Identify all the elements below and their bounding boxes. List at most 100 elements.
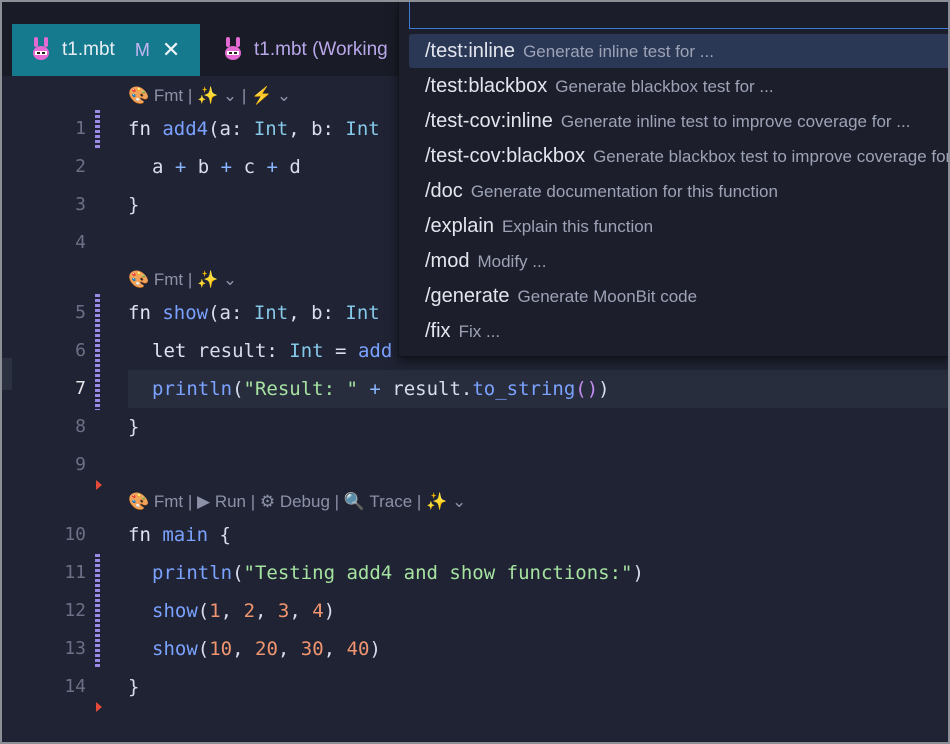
number: 1 (209, 600, 221, 622)
line-number: 2 (75, 156, 86, 177)
keyword: fn (128, 302, 163, 324)
paren: ( (197, 600, 210, 622)
comma: , (255, 600, 278, 622)
close-icon[interactable]: ✕ (162, 37, 180, 63)
command-name: /test:inline (425, 40, 516, 62)
line-text: a + b + c + d (152, 148, 301, 186)
paren: ( (232, 562, 244, 584)
line-text: fn main { (128, 516, 231, 554)
line-text: let result: Int = add (152, 332, 392, 370)
line-number: 13 (64, 638, 86, 659)
line-number: 7 (75, 378, 86, 399)
number: 40 (346, 638, 370, 660)
number: 2 (243, 600, 256, 622)
command-description: Modify ... (477, 252, 547, 271)
number: 20 (255, 638, 278, 660)
var: d (277, 156, 301, 178)
type: Int (253, 302, 289, 324)
command-description: Generate inline test for ... (523, 42, 714, 61)
paren: ) (598, 378, 610, 400)
operator: + (220, 156, 233, 178)
number: 30 (300, 638, 324, 660)
line-number: 5 (75, 302, 86, 323)
string: "Result: " (243, 378, 358, 400)
moonbit-file-icon (33, 37, 49, 60)
function-call: println (152, 562, 233, 584)
command-description: Generate blackbox test for ... (555, 77, 774, 96)
paren: ) (369, 638, 381, 660)
type: Int (289, 340, 324, 362)
command-item-test-inline[interactable]: /test:inline Generate inline test for ... (409, 34, 948, 68)
line-number: 1 (75, 118, 86, 139)
command-description: Generate MoonBit code (517, 287, 698, 306)
command-name: /test-cov:inline (425, 110, 553, 132)
code-line-11: 11 println("Testing add4 and show functi… (2, 554, 948, 592)
command-item-test-blackbox[interactable]: /test:blackbox Generate blackbox test for… (409, 69, 948, 103)
moonbit-file-icon (225, 37, 241, 60)
line-text: show(10, 20, 30, 40) (152, 630, 381, 668)
line-text: fn add4(a: Int, b: Int (128, 110, 380, 148)
command-item-doc[interactable]: /doc Generate documentation for this func… (409, 174, 948, 208)
line-text: } (128, 194, 140, 216)
command-description: Fix ... (458, 322, 501, 341)
line-number: 12 (64, 600, 86, 621)
var: c (232, 156, 267, 178)
command-description: Explain this function (501, 217, 654, 236)
code-line-9: 9 (2, 446, 948, 484)
line-number: 9 (75, 454, 86, 475)
keyword: fn (128, 118, 163, 140)
comma: , (289, 600, 313, 622)
tab-label: t1.mbt (62, 39, 115, 60)
line-number: 10 (64, 524, 86, 545)
line-text: } (128, 676, 140, 698)
number: 10 (209, 638, 233, 660)
type: Int (345, 302, 380, 324)
command-item-mod[interactable]: /mod Modify ... (409, 244, 948, 278)
command-item-explain[interactable]: /explain Explain this function (409, 209, 948, 243)
line-text: fn show(a: Int, b: Int (128, 294, 380, 332)
command-item-test-cov-blackbox[interactable]: /test-cov:blackbox Generate blackbox test… (409, 139, 948, 173)
line-number: 8 (75, 416, 86, 437)
line-text: println("Testing add4 and show functions… (152, 554, 644, 592)
operator: = (323, 340, 358, 362)
comma: , (232, 638, 255, 660)
operator: + (357, 378, 393, 400)
code-lens[interactable]: 🎨 Fmt | ▶ Run | ⚙ Debug | 🔍 Trace | ✨ ⌄ (128, 486, 466, 518)
operator: + (266, 156, 278, 178)
code-line-13: 13 show(10, 20, 30, 40) (2, 630, 948, 668)
command-item-generate[interactable]: /generate Generate MoonBit code (409, 279, 948, 313)
number: 4 (312, 600, 324, 622)
command-item-test-cov-inline[interactable]: /test-cov:inline Generate inline test to … (409, 104, 948, 138)
type: Int (253, 118, 289, 140)
editor-window: t1.mbt M ✕ t1.mbt (Working 🎨 Fmt | ✨ ⌄ |… (2, 2, 948, 742)
code-line-10: 10 fn main { (2, 516, 948, 554)
params: (a: (208, 302, 254, 324)
code-line-12: 12 show(1, 2, 3, 4) (2, 592, 948, 630)
line-number: 11 (64, 562, 86, 583)
code-lens[interactable]: 🎨 Fmt | ✨ ⌄ | ⚡ ⌄ (128, 80, 291, 112)
paren: () (575, 378, 599, 400)
method-call: to_string (472, 378, 576, 400)
command-input[interactable] (409, 2, 948, 29)
var: result. (392, 378, 473, 400)
type: Int (345, 118, 380, 140)
command-description: Generate documentation for this function (470, 182, 778, 201)
keyword: let (152, 340, 198, 362)
brace: { (208, 524, 231, 546)
tab-t1-mbt[interactable]: t1.mbt M ✕ (12, 24, 200, 76)
command-name: /mod (425, 250, 470, 272)
command-item-fix[interactable]: /fix Fix ... (409, 314, 948, 348)
slash-command-popup: /test:inline Generate inline test for ...… (398, 2, 948, 357)
params: , b: (288, 118, 346, 140)
command-name: /test:blackbox (425, 75, 548, 97)
function-call: add (357, 340, 393, 362)
command-name: /doc (425, 180, 463, 202)
modified-badge: M (134, 39, 150, 60)
code-line-14: 14 } (2, 668, 948, 706)
paren: ) (632, 562, 644, 584)
operator: + (174, 156, 187, 178)
line-text: show(1, 2, 3, 4) (152, 592, 335, 630)
tab-t1-mbt-working[interactable]: t1.mbt (Working (200, 24, 410, 76)
code-lens[interactable]: 🎨 Fmt | ✨ ⌄ (128, 264, 237, 296)
line-number: 4 (75, 232, 86, 253)
